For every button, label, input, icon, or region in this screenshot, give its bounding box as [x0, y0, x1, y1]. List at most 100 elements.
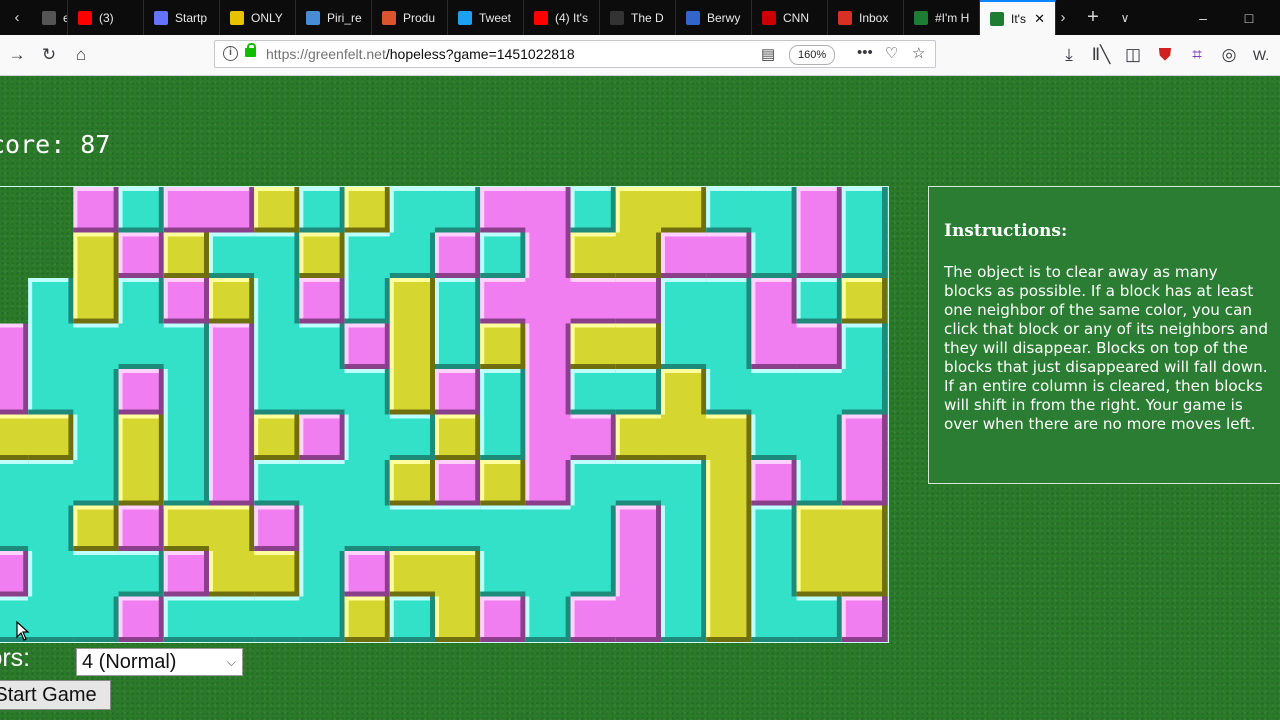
- game-block[interactable]: [163, 460, 210, 506]
- bookmark-star-icon[interactable]: ☆: [912, 44, 925, 62]
- game-block[interactable]: [661, 369, 707, 415]
- game-block[interactable]: [480, 323, 526, 370]
- game-block[interactable]: [525, 232, 572, 279]
- tab-11[interactable]: Inbox: [828, 0, 904, 35]
- game-block[interactable]: [299, 232, 346, 279]
- game-block[interactable]: [661, 460, 707, 506]
- game-block[interactable]: [254, 596, 300, 643]
- game-block[interactable]: [344, 551, 391, 597]
- game-block[interactable]: [254, 323, 300, 370]
- tab-7[interactable]: (4) It's: [524, 0, 600, 35]
- game-block[interactable]: [73, 460, 120, 506]
- forward-icon[interactable]: →: [2, 40, 32, 70]
- game-block[interactable]: [389, 187, 436, 233]
- game-block[interactable]: [299, 460, 346, 506]
- game-block[interactable]: [525, 596, 572, 643]
- game-block[interactable]: [661, 414, 707, 461]
- game-block[interactable]: [118, 323, 165, 370]
- game-block[interactable]: [28, 414, 74, 461]
- game-block[interactable]: [435, 232, 481, 279]
- list-all-tabs-icon[interactable]: ∨: [1110, 0, 1140, 35]
- game-block[interactable]: [28, 505, 74, 552]
- game-block[interactable]: [751, 369, 798, 415]
- game-block[interactable]: [389, 232, 436, 279]
- zoom-indicator[interactable]: 160%: [789, 45, 836, 65]
- game-block[interactable]: [208, 414, 255, 461]
- game-block[interactable]: [344, 278, 391, 324]
- game-block[interactable]: [73, 369, 120, 415]
- tab-8[interactable]: The D: [600, 0, 676, 35]
- game-block[interactable]: [751, 505, 798, 552]
- game-block[interactable]: [796, 232, 843, 279]
- game-block[interactable]: [435, 551, 481, 597]
- game-block[interactable]: [163, 232, 210, 279]
- game-block[interactable]: [344, 232, 391, 279]
- game-block[interactable]: [796, 596, 843, 643]
- game-block[interactable]: [208, 323, 255, 370]
- game-block[interactable]: [525, 369, 572, 415]
- game-block[interactable]: [299, 323, 346, 370]
- game-block[interactable]: [299, 414, 346, 461]
- game-block[interactable]: [73, 596, 120, 643]
- game-block[interactable]: [480, 187, 526, 233]
- colors-select[interactable]: 4 (Normal) ⌵: [76, 648, 243, 676]
- reader-view-icon[interactable]: ▤: [761, 45, 775, 63]
- game-block[interactable]: [796, 460, 843, 506]
- game-block[interactable]: [661, 278, 707, 324]
- game-block[interactable]: [299, 551, 346, 597]
- tab-2[interactable]: Startp: [144, 0, 220, 35]
- game-block[interactable]: [254, 187, 300, 233]
- maximize-icon[interactable]: □: [1226, 0, 1272, 35]
- game-block[interactable]: [299, 278, 346, 324]
- game-block[interactable]: [254, 369, 300, 415]
- game-block[interactable]: [480, 596, 526, 643]
- game-block[interactable]: [661, 187, 707, 233]
- tab-10[interactable]: CNN: [752, 0, 828, 35]
- game-block[interactable]: [118, 596, 165, 643]
- game-block[interactable]: [706, 596, 752, 643]
- game-block[interactable]: [525, 414, 572, 461]
- game-block[interactable]: [796, 551, 843, 597]
- game-block[interactable]: [0, 369, 29, 415]
- game-block[interactable]: [480, 232, 526, 279]
- game-block[interactable]: [706, 551, 752, 597]
- game-block[interactable]: [796, 505, 843, 552]
- game-block[interactable]: [661, 551, 707, 597]
- game-block[interactable]: [751, 232, 798, 279]
- game-block[interactable]: [163, 414, 210, 461]
- game-block[interactable]: [435, 596, 481, 643]
- game-block[interactable]: [525, 187, 572, 233]
- tab-3[interactable]: ONLY: [220, 0, 296, 35]
- game-block[interactable]: [751, 323, 798, 370]
- game-block[interactable]: [299, 187, 346, 233]
- game-block[interactable]: [841, 369, 888, 415]
- game-block[interactable]: [389, 596, 436, 643]
- game-block[interactable]: [615, 232, 662, 279]
- twitch-extension-icon[interactable]: ⌗: [1182, 40, 1212, 70]
- game-block[interactable]: [208, 551, 255, 597]
- game-block[interactable]: [118, 505, 165, 552]
- game-block[interactable]: [344, 460, 391, 506]
- game-block[interactable]: [254, 414, 300, 461]
- game-block[interactable]: [344, 505, 391, 552]
- game-block[interactable]: [706, 278, 752, 324]
- game-block[interactable]: [389, 369, 436, 415]
- game-block[interactable]: [615, 323, 662, 370]
- game-block[interactable]: [841, 551, 888, 597]
- game-block[interactable]: [208, 369, 255, 415]
- game-block[interactable]: [73, 323, 120, 370]
- ublock-shield-icon[interactable]: ⛊: [1150, 40, 1180, 70]
- game-block[interactable]: [118, 414, 165, 461]
- reload-icon[interactable]: ↻: [34, 40, 64, 70]
- game-block[interactable]: [841, 232, 888, 279]
- game-block[interactable]: [661, 505, 707, 552]
- game-block[interactable]: [344, 369, 391, 415]
- game-block[interactable]: [163, 596, 210, 643]
- tab-4[interactable]: Piri_re: [296, 0, 372, 35]
- game-block[interactable]: [208, 232, 255, 279]
- game-block[interactable]: [389, 414, 436, 461]
- game-block[interactable]: [435, 369, 481, 415]
- game-block[interactable]: [208, 596, 255, 643]
- game-block[interactable]: [525, 505, 572, 552]
- game-block[interactable]: [661, 232, 707, 279]
